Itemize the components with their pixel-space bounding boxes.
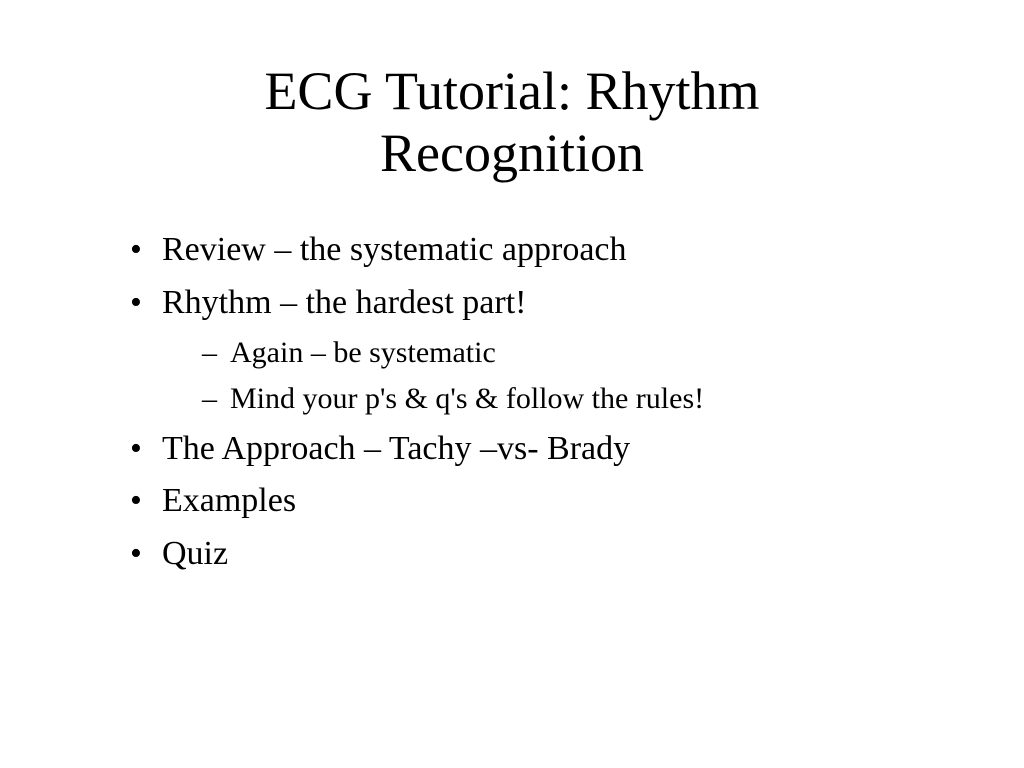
bullet-list: Review – the systematic approach Rhythm …	[90, 224, 934, 580]
slide-title: ECG Tutorial: Rhythm Recognition	[90, 60, 934, 184]
bullet-item: The Approach – Tachy –vs- Brady	[130, 423, 934, 476]
sub-item: Again – be systematic	[202, 330, 934, 377]
bullet-text: Quiz	[162, 535, 228, 572]
bullet-item: Examples	[130, 475, 934, 528]
bullet-item: Review – the systematic approach	[130, 224, 934, 277]
sub-text: Mind your p's & q's & follow the rules!	[230, 382, 704, 415]
sub-item: Mind your p's & q's & follow the rules!	[202, 376, 934, 423]
sub-text: Again – be systematic	[230, 336, 496, 369]
bullet-text: Rhythm – the hardest part!	[162, 284, 526, 321]
bullet-text: Review – the systematic approach	[162, 231, 627, 268]
bullet-item: Quiz	[130, 528, 934, 581]
sub-list: Again – be systematic Mind your p's & q'…	[162, 330, 934, 423]
bullet-text: The Approach – Tachy –vs- Brady	[162, 430, 630, 467]
bullet-text: Examples	[162, 482, 296, 519]
bullet-item: Rhythm – the hardest part! Again – be sy…	[130, 277, 934, 423]
